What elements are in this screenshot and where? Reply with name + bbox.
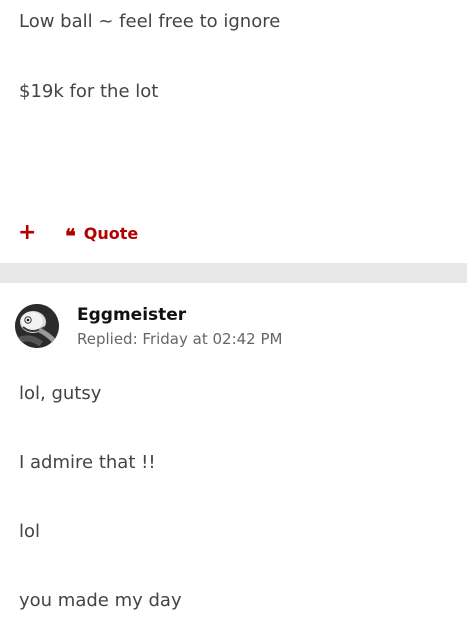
message-line: Low ball ~ feel free to ignore <box>19 11 281 32</box>
message-line: $19k for the lot <box>19 81 159 102</box>
quote-button[interactable]: ❝ Quote <box>65 223 139 248</box>
message-line: lol, gutsy <box>19 383 102 404</box>
message-line: I admire that !! <box>19 452 156 473</box>
avatar-image <box>15 304 59 348</box>
previous-post: Low ball ~ feel free to ignore $19k for … <box>0 0 467 263</box>
multiquote-plus-button[interactable]: + <box>18 221 38 245</box>
quote-label: Quote <box>83 223 139 243</box>
reply-post: Eggmeister Replied: Friday at 02:42 PM l… <box>0 283 467 633</box>
message-line: you made my day <box>19 590 182 611</box>
avatar-icon[interactable] <box>15 304 59 348</box>
reply-timestamp: Replied: Friday at 02:42 PM <box>77 330 283 348</box>
author-username[interactable]: Eggmeister <box>77 305 186 325</box>
post-actions: + ❝ Quote <box>18 221 139 248</box>
quote-icon: ❝ <box>65 224 76 248</box>
post-separator <box>0 263 467 283</box>
message-line: lol <box>19 521 41 542</box>
